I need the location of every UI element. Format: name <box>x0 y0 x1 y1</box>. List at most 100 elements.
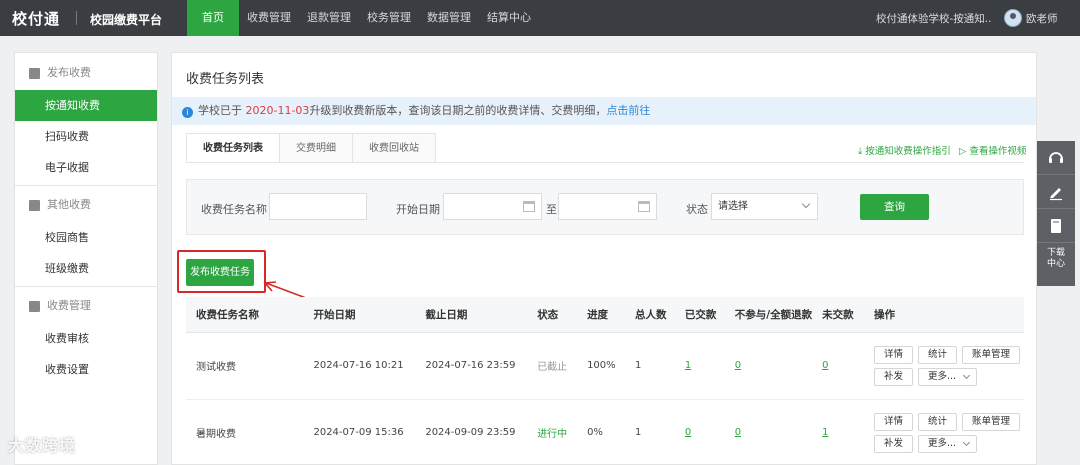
paid-link[interactable]: 1 <box>685 360 691 371</box>
sidebar-item-e-receipt[interactable]: 电子收据 <box>15 152 157 183</box>
pencil-icon <box>1050 187 1062 200</box>
notice-prefix: 学校已于 <box>198 104 242 117</box>
col-progress: 进度 <box>577 297 625 333</box>
col-end-date: 截止日期 <box>415 297 528 333</box>
bill-management-button[interactable]: 账单管理 <box>962 412 1021 431</box>
nav-refund-management[interactable]: 退款管理 <box>299 0 359 36</box>
main-nav: 首页 收费管理 退款管理 校务管理 数据管理 结算中心 <box>187 0 539 36</box>
feedback-button[interactable] <box>1037 175 1075 209</box>
bill-management-button[interactable]: 账单管理 <box>962 345 1021 364</box>
cell-progress: 100% <box>577 332 625 400</box>
cell-actions: 详情 统计 账单管理 补发 更多... <box>864 332 1024 400</box>
video-link-label: 查看操作视频 <box>969 146 1027 157</box>
more-dropdown[interactable]: 更多... <box>918 367 978 386</box>
watermark: 大数跨境 <box>8 436 77 455</box>
download-icon: ⤓ <box>858 146 863 157</box>
end-date-input[interactable] <box>558 193 657 220</box>
unpaid-link[interactable]: 0 <box>822 360 828 371</box>
start-date-label: 开始日期 <box>396 203 440 216</box>
calendar-icon <box>638 201 650 212</box>
stats-button[interactable]: 统计 <box>918 412 958 431</box>
to-label: 至 <box>546 203 557 216</box>
sidebar-item-notice-fee[interactable]: 按通知收费 <box>15 90 157 121</box>
download-center-button[interactable]: 下载中心 <box>1044 243 1068 270</box>
logo-divider <box>76 11 77 25</box>
cell-status: 已截止 <box>527 332 578 400</box>
sidebar-item-fee-settings[interactable]: 收费设置 <box>15 354 157 385</box>
col-actions: 操作 <box>864 297 1024 333</box>
edit-icon <box>29 67 40 79</box>
calendar-icon <box>523 201 535 212</box>
cell-status: 进行中 <box>527 399 578 465</box>
tab-recycle-bin[interactable]: 收费回收站 <box>352 133 436 163</box>
refund-link[interactable]: 0 <box>735 427 741 438</box>
sidebar-item-class-payment[interactable]: 班级缴费 <box>15 253 157 284</box>
school-selector[interactable]: 校付通体验学校-按通知... <box>876 11 992 26</box>
sidebar-group-other: 其他收费 <box>15 188 157 222</box>
notice-date: 2020-11-03 <box>245 104 310 117</box>
status-select[interactable]: 请选择 <box>711 193 818 220</box>
page-title: 收费任务列表 <box>186 72 265 87</box>
tab-underline <box>186 162 1024 163</box>
sidebar-item-scan-fee[interactable]: 扫码收费 <box>15 121 157 152</box>
book-icon <box>1051 218 1061 233</box>
more-label: 更多... <box>928 370 957 382</box>
user-name[interactable]: 欧老师 <box>1026 11 1058 26</box>
detail-button[interactable]: 详情 <box>874 412 914 431</box>
nav-school-affairs[interactable]: 校务管理 <box>359 0 419 36</box>
col-status: 状态 <box>527 297 578 333</box>
cell-refund: 0 <box>724 332 813 400</box>
col-refund: 不参与/全额退款 <box>724 297 813 333</box>
right-tool-rail: 下载中心 <box>1037 141 1075 286</box>
publish-task-button[interactable]: 发布收费任务 <box>186 259 254 286</box>
refund-link[interactable]: 0 <box>735 360 741 371</box>
task-table: 收费任务名称 开始日期 截止日期 状态 进度 总人数 已交款 不参与/全额退款 … <box>186 297 1024 465</box>
reissue-button[interactable]: 补发 <box>874 367 914 386</box>
table-row: 测试收费 2024-07-16 10:21 2024-07-16 23:59 已… <box>186 332 1024 400</box>
cell-task-name: 测试收费 <box>186 332 304 400</box>
stats-button[interactable]: 统计 <box>918 345 958 364</box>
reissue-button[interactable]: 补发 <box>874 434 914 453</box>
guide-link[interactable]: ⤓ 按通知收费操作指引 <box>858 143 951 157</box>
sidebar: 发布收费 按通知收费 扫码收费 电子收据 其他收费 校园商售 班级缴费 收费管理… <box>14 52 158 465</box>
table-header-row: 收费任务名称 开始日期 截止日期 状态 进度 总人数 已交款 不参与/全额退款 … <box>186 297 1024 333</box>
platform-name: 校园缴费平台 <box>90 13 163 27</box>
cell-paid: 1 <box>674 332 725 400</box>
top-bar: 校付通 校园缴费平台 首页 收费管理 退款管理 校务管理 数据管理 结算中心 校… <box>0 0 1080 36</box>
paid-link[interactable]: 0 <box>685 427 691 438</box>
nav-data-management[interactable]: 数据管理 <box>419 0 479 36</box>
nav-settlement-center[interactable]: 结算中心 <box>479 0 539 36</box>
more-label: 更多... <box>928 437 957 449</box>
unpaid-link[interactable]: 1 <box>822 427 828 438</box>
status-label: 状态 <box>686 203 708 216</box>
sidebar-item-fee-review[interactable]: 收费审核 <box>15 323 157 354</box>
notice-link[interactable]: 点击前往 <box>606 104 650 117</box>
start-date-input[interactable] <box>443 193 542 220</box>
task-name-input[interactable] <box>269 193 367 220</box>
nav-fee-management[interactable]: 收费管理 <box>239 0 299 36</box>
tab-bar: 收费任务列表 交费明细 收费回收站 <box>186 133 436 163</box>
detail-button[interactable]: 详情 <box>874 345 914 364</box>
cell-actions: 详情 统计 账单管理 补发 更多... <box>864 399 1024 465</box>
chevron-down-icon <box>801 199 811 209</box>
support-button[interactable] <box>1037 141 1075 175</box>
more-dropdown[interactable]: 更多... <box>918 434 978 453</box>
cell-start-date: 2024-07-09 15:36 <box>303 399 416 465</box>
avatar[interactable] <box>1004 9 1022 27</box>
cell-total: 1 <box>624 332 675 400</box>
sidebar-item-campus-sales[interactable]: 校园商售 <box>15 222 157 253</box>
tab-payment-detail[interactable]: 交费明细 <box>279 133 353 163</box>
video-link[interactable]: ▷ 查看操作视频 <box>959 143 1026 157</box>
col-total: 总人数 <box>624 297 675 333</box>
nav-home[interactable]: 首页 <box>187 0 239 36</box>
cell-start-date: 2024-07-16 10:21 <box>303 332 416 400</box>
play-icon: ▷ <box>959 146 967 157</box>
chevron-down-icon <box>963 438 971 446</box>
info-icon: i <box>182 107 193 118</box>
tab-task-list[interactable]: 收费任务列表 <box>186 133 280 163</box>
docs-button[interactable] <box>1037 209 1075 243</box>
logo[interactable]: 校付通 <box>12 8 60 29</box>
cell-progress: 0% <box>577 399 625 465</box>
chevron-down-icon <box>963 371 971 379</box>
query-button[interactable]: 查询 <box>860 194 929 220</box>
